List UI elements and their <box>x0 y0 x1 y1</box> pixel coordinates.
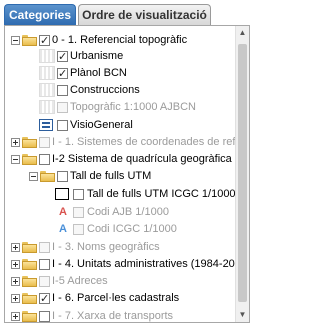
expand-icon[interactable] <box>11 312 20 321</box>
checkbox[interactable] <box>57 66 68 82</box>
node-label: I - 3. Noms geogràfics <box>52 241 160 253</box>
folder-icon <box>22 137 37 148</box>
tab-order[interactable]: Ordre de visualització <box>78 4 211 25</box>
folder-icon <box>22 293 37 304</box>
scroll-down-arrow-icon[interactable]: ▼ <box>236 308 249 322</box>
checkbox[interactable] <box>39 291 50 307</box>
checkbox[interactable] <box>73 224 84 235</box>
node-label: VisioGeneral <box>70 119 133 131</box>
node-label: I - 1. Sistemes de coordenades de refe <box>52 136 242 148</box>
node-label: I - 7. Xarxa de transports <box>52 310 174 322</box>
node-label: I - 6. Parcel·les cadastrals <box>52 292 180 304</box>
expand-icon[interactable] <box>11 294 20 303</box>
node-label: Topogràfic 1:1000 AJBCN <box>70 101 196 113</box>
expand-icon[interactable] <box>11 277 20 286</box>
vertical-scrollbar[interactable]: ▲ ▼ <box>235 26 249 322</box>
folder-icon <box>22 311 37 322</box>
collapse-icon[interactable] <box>11 155 20 164</box>
node-label: 0 - 1. Referencial topogràfic <box>52 34 188 46</box>
node-label: Urbanisme <box>70 50 124 62</box>
checkbox[interactable] <box>57 171 68 182</box>
collapse-icon[interactable] <box>11 36 20 45</box>
node-label: Codi ICGC 1/1000 <box>87 223 177 235</box>
label-layer-icon: A <box>59 206 67 218</box>
checkbox[interactable] <box>73 207 84 218</box>
node-label: Plànol BCN <box>70 67 127 79</box>
scrollbar-thumb[interactable] <box>238 44 247 302</box>
node-label: I-5 Adreces <box>52 275 108 287</box>
checkbox[interactable] <box>39 242 50 253</box>
layer-tree-panel: 0 - 1. Referencial topogràfic Urbanisme … <box>4 25 250 323</box>
folder-open-icon <box>22 154 37 165</box>
checkbox[interactable] <box>39 154 50 165</box>
node-label: Tall de fulls UTM ICGC 1/1000 <box>87 188 236 200</box>
checkbox[interactable] <box>39 276 50 287</box>
node-label: I - 4. Unitats administratives (1984-201 <box>52 258 241 270</box>
collapse-icon[interactable] <box>29 172 38 181</box>
node-label: Codi AJB 1/1000 <box>87 206 169 218</box>
checkbox[interactable] <box>39 137 50 148</box>
folder-open-icon <box>22 35 37 46</box>
folder-icon <box>22 259 37 270</box>
layer-thumbnail-icon <box>39 66 55 80</box>
checkbox[interactable] <box>57 49 68 65</box>
checkbox[interactable] <box>57 102 68 113</box>
node-label: I-2 Sistema de quadrícula geogràfica <box>52 153 232 165</box>
folder-open-icon <box>40 171 55 182</box>
folder-icon <box>22 276 37 287</box>
node-label: Construccions <box>70 84 140 96</box>
node-label: Tall de fulls UTM <box>70 170 152 182</box>
layer-style-icon <box>55 188 69 200</box>
checkbox[interactable] <box>57 85 68 96</box>
layer-thumbnail-icon <box>39 49 55 63</box>
tab-categories[interactable]: Categories <box>4 4 76 25</box>
layer-thumbnail-icon <box>39 83 55 97</box>
checkbox[interactable] <box>39 259 50 270</box>
layer-thumbnail-icon <box>39 100 55 114</box>
checkbox[interactable] <box>39 311 50 322</box>
overview-map-icon <box>39 119 53 131</box>
expand-icon[interactable] <box>11 138 20 147</box>
scroll-up-arrow-icon[interactable]: ▲ <box>236 26 249 40</box>
folder-icon <box>22 242 37 253</box>
checkbox[interactable] <box>73 189 84 200</box>
checkbox[interactable] <box>57 120 68 131</box>
expand-icon[interactable] <box>11 243 20 252</box>
expand-icon[interactable] <box>11 260 20 269</box>
checkbox[interactable] <box>39 33 50 49</box>
label-layer-icon: A <box>59 223 67 235</box>
